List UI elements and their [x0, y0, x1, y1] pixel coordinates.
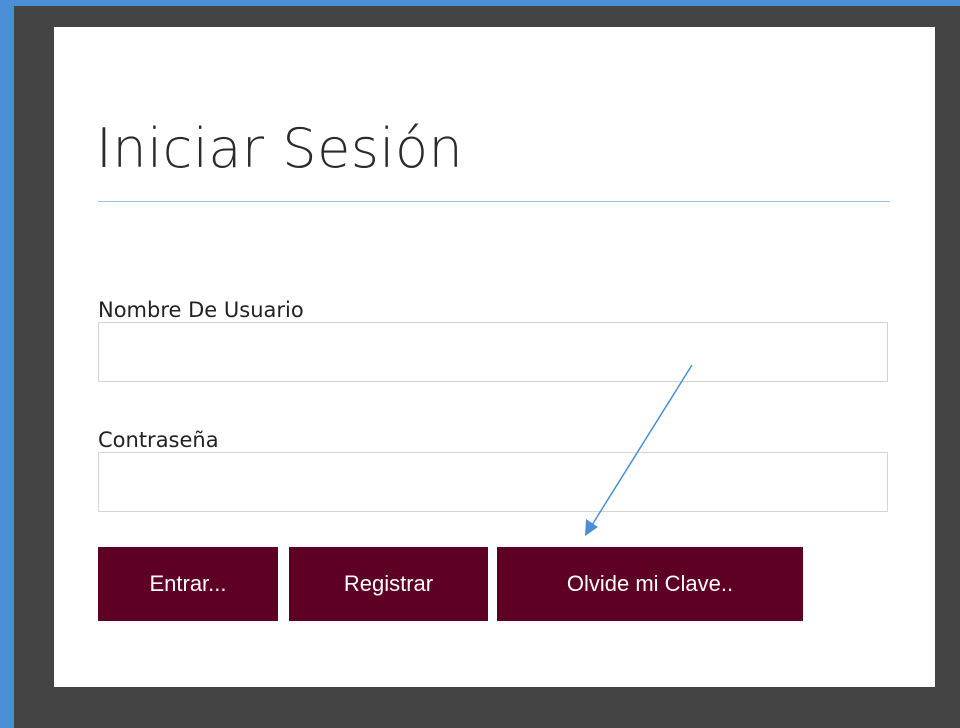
enter-button[interactable]: Entrar...	[98, 547, 278, 621]
forgot-password-button[interactable]: Olvide mi Clave..	[497, 547, 803, 621]
login-card: Iniciar Sesión Nombre De Usuario Contras…	[54, 27, 935, 687]
register-button[interactable]: Registrar	[289, 547, 488, 621]
password-label: Contraseña	[98, 428, 219, 452]
title-divider	[98, 201, 890, 202]
password-input[interactable]	[98, 452, 888, 512]
page-title: Iniciar Sesión	[96, 117, 464, 180]
username-label: Nombre De Usuario	[98, 298, 304, 322]
username-input[interactable]	[98, 322, 888, 382]
